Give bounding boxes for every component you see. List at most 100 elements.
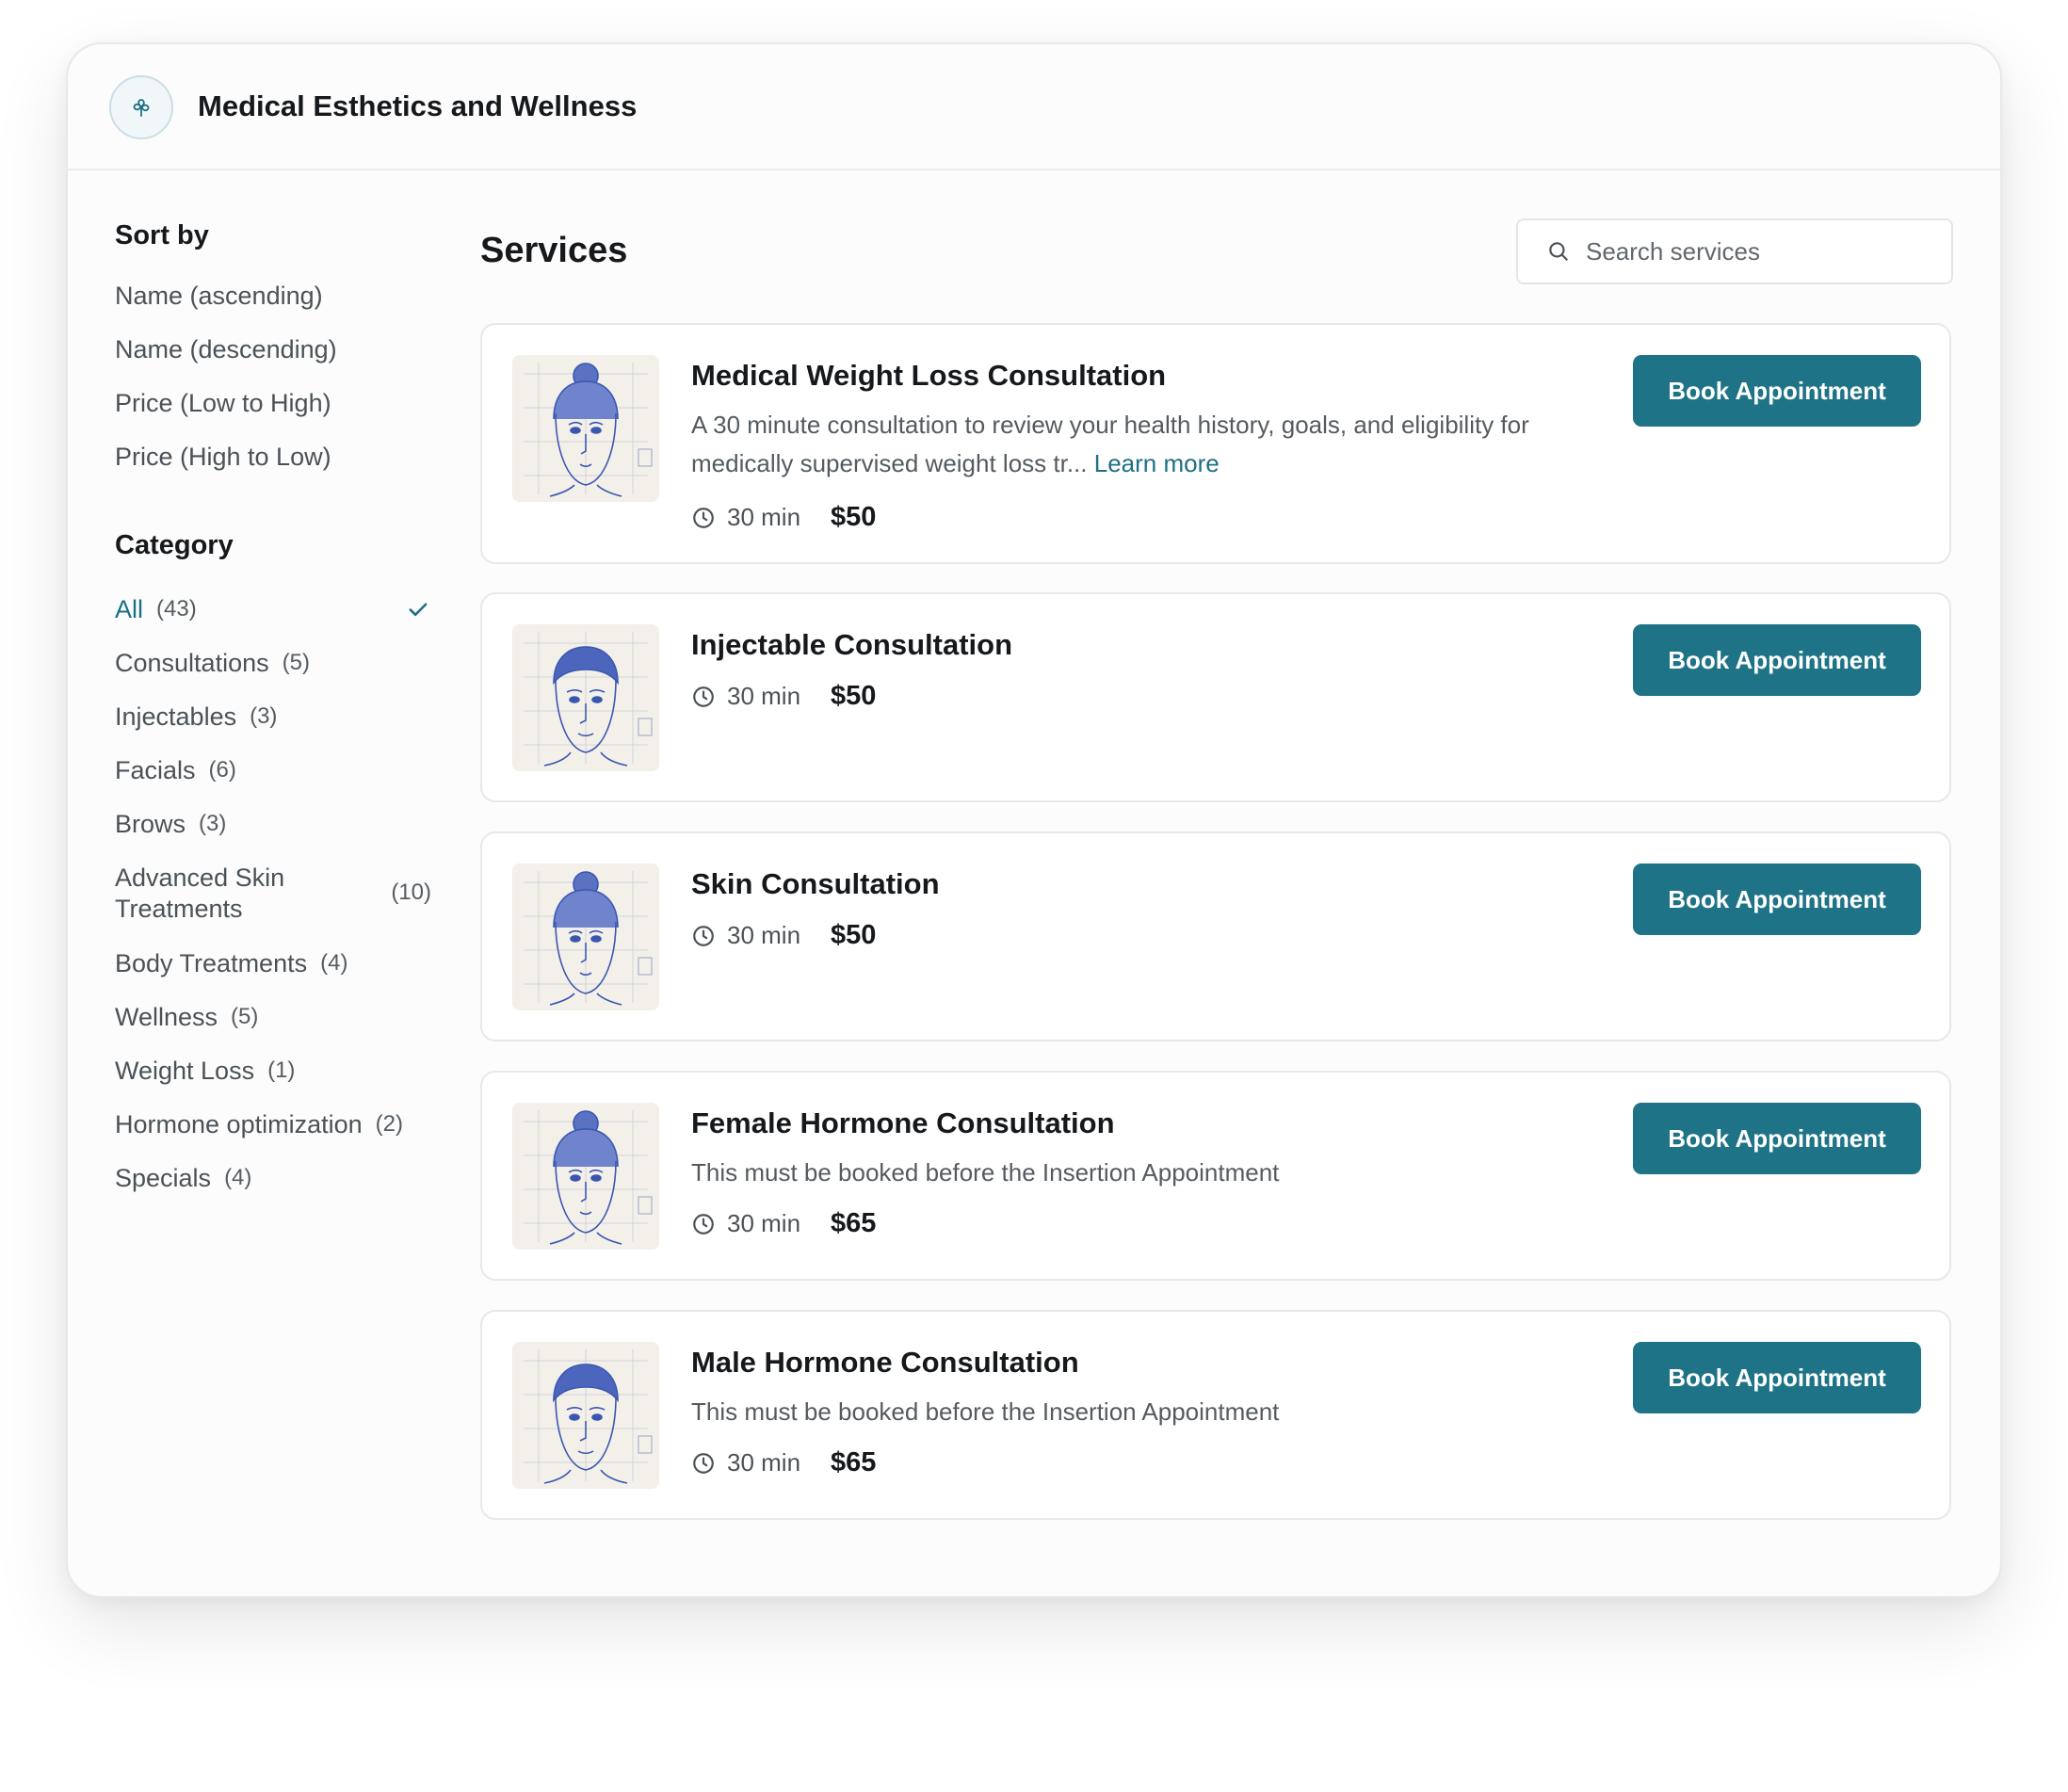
service-card: Medical Weight Loss Consultation A 30 mi… — [480, 323, 1951, 564]
service-meta: 30 min $50 — [691, 502, 876, 533]
service-card: Male Hormone Consultation This must be b… — [480, 1310, 1951, 1520]
service-title: Female Hormone Consultation — [691, 1106, 1115, 1139]
service-meta: 30 min $50 — [691, 920, 876, 951]
service-meta: 30 min $50 — [691, 681, 876, 712]
male-face-sketch-icon — [512, 1342, 659, 1489]
category-label: Wellness — [115, 1002, 218, 1031]
learn-more-link[interactable]: Learn more — [1094, 449, 1220, 477]
service-title: Injectable Consultation — [691, 628, 1013, 661]
sort-option-price-low-high[interactable]: Price (Low to High) — [115, 388, 435, 442]
sort-option-name-asc[interactable]: Name (ascending) — [115, 281, 435, 334]
category-count: (43) — [156, 596, 197, 622]
service-description: This must be booked before the Insertion… — [691, 1158, 1280, 1187]
category-label: Consultations — [115, 648, 269, 677]
clock-icon — [693, 1213, 714, 1235]
category-label: Injectables — [115, 702, 237, 731]
book-appointment-button[interactable]: Book Appointment — [1633, 864, 1921, 935]
category-item-hormone-optimization[interactable]: Hormone optimization (2) — [115, 1109, 431, 1163]
clock-icon — [693, 686, 714, 707]
category-item-brows[interactable]: Brows (3) — [115, 809, 431, 863]
service-card: Skin Consultation 30 min $50 Book Appoin… — [480, 831, 1951, 1041]
category-count: (4) — [224, 1165, 252, 1190]
service-title: Male Hormone Consultation — [691, 1346, 1079, 1379]
service-description: A 30 minute consultation to review your … — [691, 406, 1614, 483]
check-icon — [409, 603, 428, 617]
category-item-facials[interactable]: Facials (6) — [115, 755, 431, 809]
category-label: Advanced Skin Treatments — [115, 864, 285, 923]
male-face-sketch-icon — [512, 624, 659, 771]
female-face-sketch-icon — [512, 864, 659, 1010]
female-face-sketch-icon — [512, 355, 659, 502]
category-label: Weight Loss — [115, 1056, 255, 1085]
service-description: This must be booked before the Insertion… — [691, 1397, 1280, 1426]
female-face-sketch-icon — [512, 1103, 659, 1250]
service-image — [512, 355, 659, 502]
app-title: Medical Esthetics and Wellness — [198, 89, 638, 122]
category-count: (3) — [250, 703, 278, 729]
category-item-weight-loss[interactable]: Weight Loss (1) — [115, 1056, 431, 1109]
service-duration: 30 min — [727, 682, 801, 710]
logo[interactable] — [109, 75, 173, 139]
category-item-specials[interactable]: Specials (4) — [115, 1163, 431, 1217]
category-heading: Category — [115, 530, 234, 560]
category-label: Facials — [115, 755, 196, 784]
book-appointment-button[interactable]: Book Appointment — [1633, 1103, 1921, 1174]
service-image — [512, 624, 659, 771]
category-item-body-treatments[interactable]: Body Treatments (4) — [115, 948, 431, 1002]
leaf-clover-icon — [133, 99, 150, 117]
category-count: (6) — [208, 757, 236, 783]
service-price: $50 — [831, 920, 877, 950]
category-count: (5) — [282, 650, 310, 675]
clock-icon — [693, 925, 714, 946]
search-input[interactable] — [1586, 236, 1944, 266]
category-item-all[interactable]: All (43) — [115, 594, 431, 648]
service-price: $50 — [831, 681, 877, 711]
service-duration: 30 min — [727, 1209, 801, 1237]
service-duration: 30 min — [727, 921, 801, 949]
sort-heading: Sort by — [115, 220, 209, 250]
service-meta: 30 min $65 — [691, 1447, 876, 1478]
service-image — [512, 1342, 659, 1489]
clock-icon — [693, 507, 714, 528]
app-header: Medical Esthetics and Wellness — [68, 44, 2000, 170]
book-appointment-button[interactable]: Book Appointment — [1633, 355, 1921, 427]
category-label: Hormone optimization — [115, 1109, 363, 1138]
filter-sidebar: Sort by Name (ascending) Name (descendin… — [115, 217, 435, 1217]
category-count: (2) — [375, 1111, 403, 1137]
sort-options: Name (ascending) Name (descending) Price… — [115, 281, 435, 495]
category-count: (10) — [391, 880, 431, 905]
service-image — [512, 1103, 659, 1250]
category-item-injectables[interactable]: Injectables (3) — [115, 702, 431, 755]
service-image — [512, 864, 659, 1010]
service-price: $65 — [831, 1447, 877, 1477]
category-item-consultations[interactable]: Consultations (5) — [115, 648, 431, 702]
search-box[interactable] — [1516, 218, 1953, 284]
service-card: Injectable Consultation 30 min $50 Book … — [480, 592, 1951, 802]
category-count: (3) — [199, 811, 227, 836]
service-price: $50 — [831, 502, 877, 532]
category-count: (4) — [320, 950, 348, 976]
category-list: All (43) Consultations (5) Injectables (… — [115, 594, 435, 1217]
book-appointment-button[interactable]: Book Appointment — [1633, 1342, 1921, 1413]
service-duration: 30 min — [727, 1448, 801, 1477]
service-meta: 30 min $65 — [691, 1208, 876, 1239]
category-count: (1) — [267, 1057, 296, 1083]
category-label: All — [115, 594, 144, 623]
sort-option-name-desc[interactable]: Name (descending) — [115, 334, 435, 388]
category-count: (5) — [231, 1004, 259, 1029]
category-label: Body Treatments — [115, 948, 308, 977]
category-item-wellness[interactable]: Wellness (5) — [115, 1002, 431, 1056]
search-icon — [1549, 242, 1568, 261]
service-title: Skin Consultation — [691, 867, 940, 900]
category-label: Brows — [115, 809, 186, 838]
page-title: Services — [480, 231, 628, 270]
clock-icon — [693, 1452, 714, 1474]
service-duration: 30 min — [727, 503, 801, 531]
category-item-advanced-skin-treatments[interactable]: Advanced Skin Treatments (10) — [115, 863, 431, 948]
sort-option-price-high-low[interactable]: Price (High to Low) — [115, 442, 435, 495]
category-label: Specials — [115, 1163, 212, 1192]
service-price: $65 — [831, 1208, 877, 1238]
service-card: Female Hormone Consultation This must be… — [480, 1071, 1951, 1281]
book-appointment-button[interactable]: Book Appointment — [1633, 624, 1921, 696]
service-title: Medical Weight Loss Consultation — [691, 359, 1167, 392]
